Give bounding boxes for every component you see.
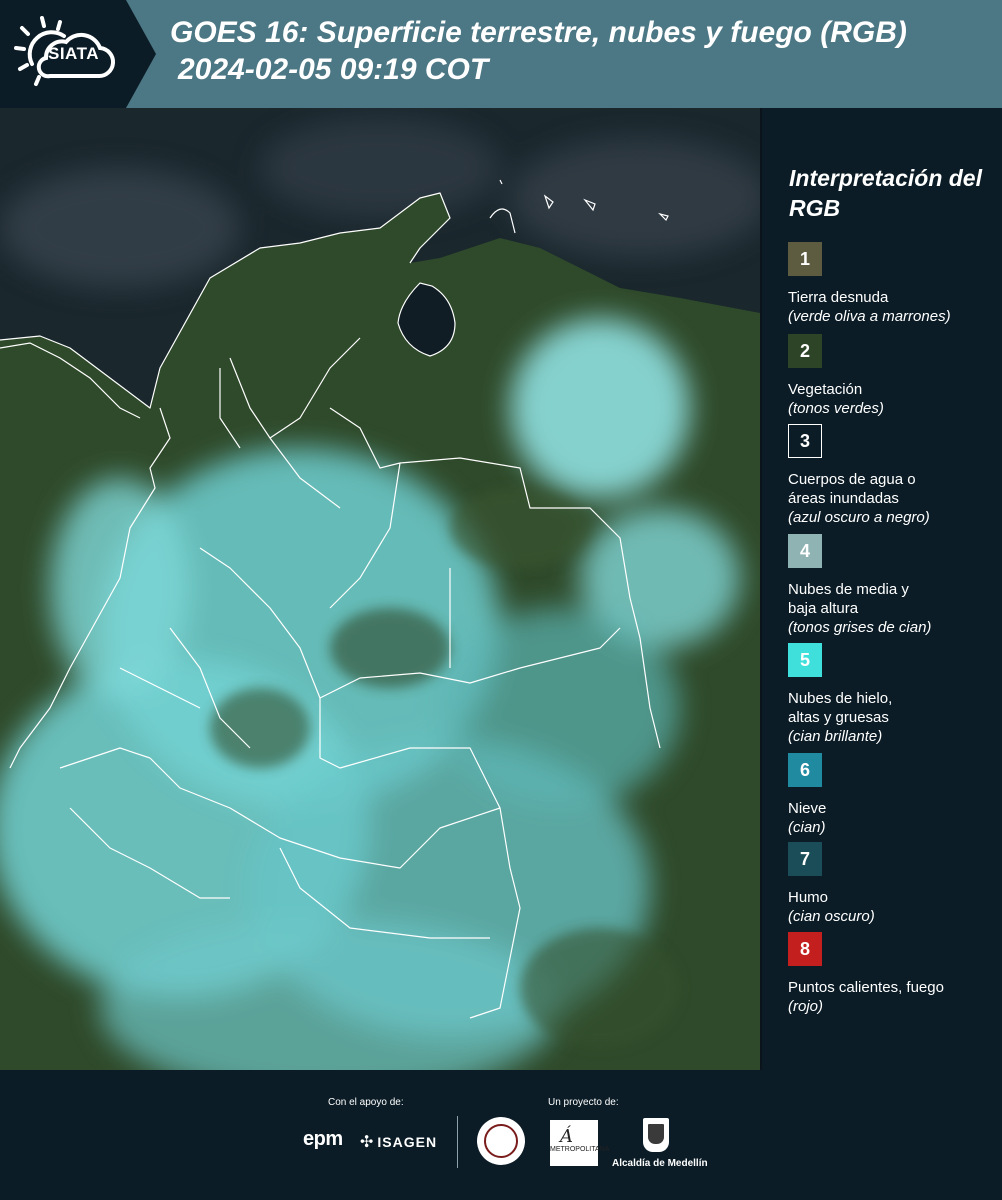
legend-label-3: Cuerpos de agua o áreas inundadas — [788, 471, 916, 507]
legend-note-4: (tonos grises de cian) — [788, 619, 932, 636]
legend-label-6: Nieve — [788, 800, 827, 817]
legend-label-5: Nubes de hielo, altas y gruesas — [788, 690, 893, 726]
legend-number-2: 2 — [799, 340, 810, 361]
legend-label-1: Tierra desnuda — [788, 289, 889, 306]
legend-note-3: (azul oscuro a negro) — [788, 509, 930, 526]
page-title: GOES 16: Superficie terrestre, nubes y f… — [170, 14, 988, 88]
legend-swatch-7: 7 — [788, 842, 822, 876]
legend-item-ice-clouds: 5 Nubes de hielo, altas y gruesas (cian … — [788, 643, 998, 746]
title-product: GOES 16: Superficie terrestre, nubes y f… — [170, 16, 907, 49]
legend-label-7: Humo — [788, 889, 829, 906]
legend-number-4: 4 — [799, 540, 810, 561]
legend-swatch-5: 5 — [788, 643, 822, 677]
legend-swatch-4: 4 — [788, 534, 822, 568]
footer: Con el apoyo de: Un proyecto de: epm ✣ IS… — [0, 1070, 1002, 1200]
isagen-logo: ✣ ISAGEN — [360, 1132, 437, 1152]
legend-number-1: 1 — [799, 248, 810, 269]
university-seal-logo — [477, 1117, 525, 1165]
legend-item-water: 3 Cuerpos de agua o áreas inundadas (azu… — [788, 424, 998, 527]
legend-note-5: (cian brillante) — [788, 728, 883, 745]
legend-swatch-6: 6 — [788, 753, 822, 787]
legend-panel: Interpretación del RGB 1 Tierra desnuda … — [762, 108, 1002, 1070]
medellin-logo-text: Alcaldía de Medellín — [612, 1158, 708, 1169]
legend-item-smoke: 7 Humo (cian oscuro) — [788, 842, 998, 926]
isagen-mark-icon: ✣ — [360, 1134, 375, 1151]
legend-swatch-1: 1 — [788, 242, 822, 276]
epm-logo: epm — [303, 1128, 343, 1150]
project-label: Un proyecto de: — [548, 1097, 619, 1108]
legend-number-8: 8 — [799, 938, 810, 959]
support-label: Con el apoyo de: — [328, 1097, 404, 1108]
legend-item-vegetation: 2 Vegetación (tonos verdes) — [788, 334, 998, 418]
legend-item-low-clouds: 4 Nubes de media y baja altura (tonos gr… — [788, 534, 998, 637]
satellite-map — [0, 108, 760, 1070]
legend-note-1: (verde oliva a marrones) — [788, 308, 951, 325]
legend-label-8: Puntos calientes, fuego — [788, 979, 944, 996]
title-datetime: 2024-02-05 09:19 COT — [178, 53, 489, 86]
legend-number-7: 7 — [799, 848, 810, 869]
legend-item-bare-soil: 1 Tierra desnuda (verde oliva a marrones… — [788, 242, 998, 326]
legend-note-7: (cian oscuro) — [788, 908, 875, 925]
legend-number-6: 6 — [799, 759, 810, 780]
legend-note-6: (cian) — [788, 819, 826, 836]
legend-swatch-8: 8 — [788, 932, 822, 966]
legend-label-4: Nubes de media y baja altura — [788, 581, 909, 617]
legend-note-2: (tonos verdes) — [788, 400, 884, 417]
legend-swatch-3: 3 — [788, 424, 822, 458]
legend-note-8: (rojo) — [788, 998, 824, 1015]
siata-logo-text: SIATA — [48, 44, 99, 63]
legend-title: Interpretación del RGB — [789, 165, 982, 221]
medellin-crest-logo — [643, 1118, 669, 1152]
footer-divider — [457, 1116, 458, 1168]
legend-item-hotspots: 8 Puntos calientes, fuego (rojo) — [788, 932, 998, 1016]
area-metropolitana-logo: Á METROPOLITANA — [550, 1120, 609, 1166]
legend-item-snow: 6 Nieve (cian) — [788, 753, 998, 837]
area-script-mark: Á — [560, 1126, 573, 1147]
legend-swatch-2: 2 — [788, 334, 822, 368]
area-logo-text: METROPOLITANA — [550, 1146, 610, 1153]
legend-label-2: Vegetación — [788, 381, 863, 398]
legend-number-5: 5 — [799, 649, 810, 670]
isagen-logo-text: ISAGEN — [377, 1134, 438, 1150]
siata-logo: SIATA — [0, 0, 126, 108]
legend-number-3: 3 — [799, 430, 810, 451]
header-bar: SIATA GOES 16: Superficie terrestre, nub… — [0, 0, 1002, 108]
logo-arrow-shape — [126, 0, 156, 108]
